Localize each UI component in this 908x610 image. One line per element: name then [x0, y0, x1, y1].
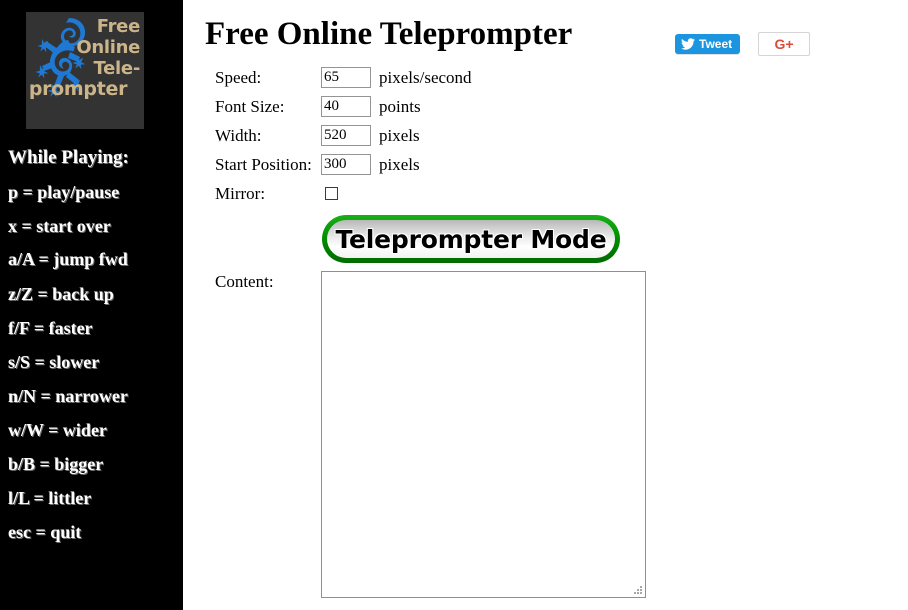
width-input[interactable]: [321, 125, 371, 146]
shortcut-jump-fwd: a/A = jump fwd: [8, 249, 128, 269]
logo-panel[interactable]: Free Online Tele- prompter: [26, 12, 144, 129]
logo-wordmark: Free Online Tele- prompter: [29, 16, 141, 100]
shortcut-back-up: z/Z = back up: [8, 284, 114, 304]
teleprompter-mode-button-inner: Teleprompter Mode: [327, 220, 615, 258]
tweet-button-label: Tweet: [699, 37, 733, 51]
content-label: Content:: [215, 272, 274, 291]
start-position-unit: pixels: [379, 154, 420, 174]
shortcut-quit: esc = quit: [8, 522, 82, 542]
shortcut-slower: s/S = slower: [8, 352, 100, 372]
main-content: Free Online Teleprompter Tweet G+ Speed:…: [183, 0, 908, 610]
shortcut-littler: l/L = littler: [8, 488, 92, 508]
twitter-bird-icon: [681, 38, 695, 50]
form-row-mirror: Mirror:: [215, 182, 338, 205]
content-textarea-wrapper: [321, 271, 646, 598]
start-position-label: Start Position:: [215, 154, 312, 174]
form-row-speed: Speed: pixels/second: [215, 66, 472, 89]
font-size-unit: points: [379, 96, 421, 116]
google-plus-button[interactable]: G+: [758, 32, 810, 56]
mirror-label: Mirror:: [215, 183, 266, 203]
width-label: Width:: [215, 125, 262, 145]
font-size-label: Font Size:: [215, 96, 285, 116]
teleprompter-mode-button[interactable]: Teleprompter Mode: [322, 215, 620, 263]
speed-label: Speed:: [215, 67, 262, 87]
speed-input[interactable]: [321, 67, 371, 88]
shortcut-faster: f/F = faster: [8, 318, 93, 338]
teleprompter-mode-label: Teleprompter Mode: [335, 224, 607, 254]
mirror-checkbox[interactable]: [325, 187, 338, 200]
shortcut-play-pause: p = play/pause: [8, 182, 120, 202]
font-size-input[interactable]: [321, 96, 371, 117]
shortcut-narrower: n/N = narrower: [8, 386, 128, 406]
shortcut-start-over: x = start over: [8, 216, 111, 236]
logo-line-online: Online: [76, 37, 140, 58]
start-position-input[interactable]: [321, 154, 371, 175]
logo-line-free: Free: [96, 16, 141, 37]
sidebar: Free Online Tele- prompter While Playing…: [0, 0, 183, 610]
logo-line-tele: Tele-: [93, 58, 141, 79]
form-row-font-size: Font Size: points: [215, 95, 421, 118]
google-plus-icon: G+: [774, 36, 794, 52]
width-unit: pixels: [379, 125, 420, 145]
tweet-button[interactable]: Tweet: [675, 34, 741, 54]
page-title: Free Online Teleprompter: [205, 16, 573, 52]
shortcut-bigger: b/B = bigger: [8, 454, 104, 474]
shortcut-wider: w/W = wider: [8, 420, 107, 440]
content-textarea[interactable]: [321, 271, 646, 598]
form-row-width: Width: pixels: [215, 124, 420, 147]
form-row-start-position: Start Position: pixels: [215, 153, 420, 176]
speed-unit: pixels/second: [379, 67, 472, 87]
while-playing-heading: While Playing:: [8, 147, 129, 168]
logo-line-prompter: prompter: [28, 78, 128, 100]
